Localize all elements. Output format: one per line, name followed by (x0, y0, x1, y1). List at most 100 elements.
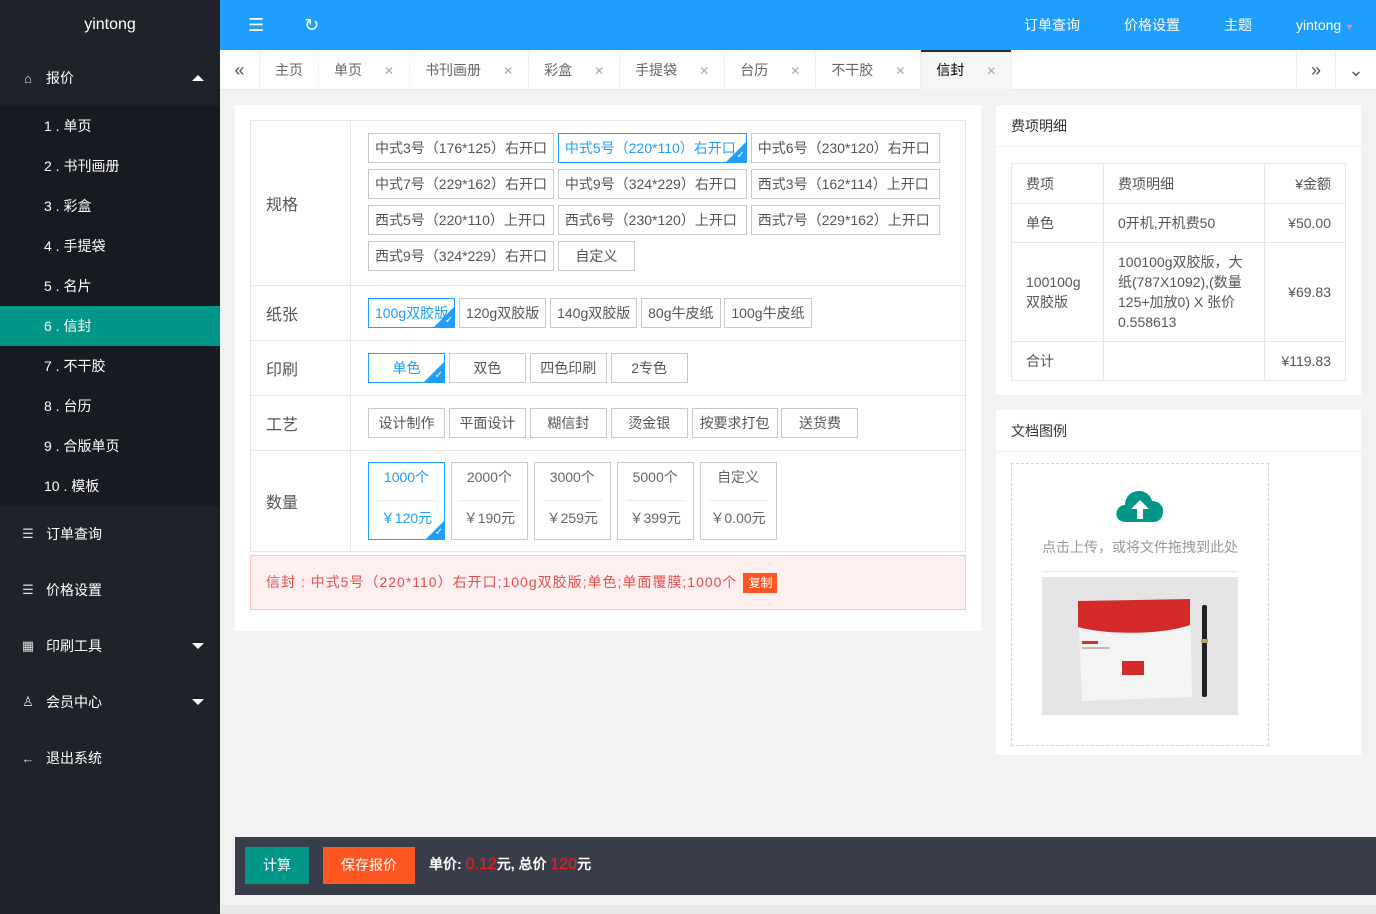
tab-label: 主页 (275, 62, 303, 78)
menu-toggle-icon[interactable]: ☰ (248, 15, 264, 35)
craft-option[interactable]: 糊信封 (529, 408, 607, 438)
tabs-scroll-right-icon[interactable]: » (1296, 50, 1336, 90)
print-option[interactable]: 双色 (448, 353, 526, 383)
tab-single[interactable]: 单页 ✕ (319, 50, 411, 90)
qty-amount: 自定义 (708, 463, 768, 501)
doc-example-card: 文档图例 点击上传，或将文件拖拽到此处 (996, 410, 1361, 755)
craft-option[interactable]: 烫金银 (610, 408, 688, 438)
nav-item-3[interactable]: 3 . 彩盒 (0, 186, 220, 226)
qty-option[interactable]: 2000个 ￥190元 (450, 462, 528, 540)
nav-logout[interactable]: ← 退出系统 (0, 730, 220, 786)
tab-home[interactable]: 主页 (260, 50, 319, 90)
quote-submenu: 1 . 单页 2 . 书刊画册 3 . 彩盒 4 . 手提袋 5 . 名片 6 … (0, 106, 220, 506)
tab-sticker[interactable]: 不干胶 ✕ (816, 50, 922, 90)
upload-dropzone[interactable]: 点击上传，或将文件拖拽到此处 (1011, 463, 1269, 746)
close-icon[interactable]: ✕ (986, 64, 996, 78)
fee-table: 费项 费项明细 ¥金额 单色 0开机,开机费50 ¥50.00 100100g双… (1011, 163, 1346, 381)
footer-bar (220, 905, 1376, 914)
top-link-price[interactable]: 价格设置 (1102, 15, 1202, 35)
caret-up-icon (192, 75, 204, 81)
craft-option[interactable]: 送货费 (781, 408, 859, 438)
tab-brochure[interactable]: 书刊画册 ✕ (410, 50, 530, 90)
tab-box[interactable]: 彩盒 ✕ (529, 50, 621, 90)
print-option-selected[interactable]: 单色 ✓ (368, 353, 445, 383)
nav-quote[interactable]: ⌂ 报价 (0, 50, 220, 106)
print-option[interactable]: 四色印刷 (529, 353, 607, 383)
tabs-scroll-left-icon[interactable]: « (220, 50, 260, 90)
nav-print-tools[interactable]: ▦ 印刷工具 (0, 618, 220, 674)
table-cell: ¥50.00 (1264, 203, 1346, 243)
craft-option[interactable]: 设计制作 (368, 408, 445, 438)
nav-orders[interactable]: ☰ 订单查询 (0, 506, 220, 562)
spec-option[interactable]: 西式5号（220*110）上开口 (368, 205, 554, 235)
tab-label: 单页 (334, 62, 362, 78)
close-icon[interactable]: ✕ (895, 64, 905, 78)
nav-item-9[interactable]: 9 . 合版单页 (0, 426, 220, 466)
paper-option-selected[interactable]: 100g双胶版 ✓ (368, 298, 456, 328)
paper-option[interactable]: 100g牛皮纸 (724, 298, 812, 328)
spec-option[interactable]: 西式9号（324*229）右开口 (368, 241, 554, 271)
user-menu[interactable]: yintong ▼ (1274, 17, 1376, 33)
spec-option[interactable]: 西式7号（229*162）上开口 (750, 205, 940, 235)
tab-calendar[interactable]: 台历 ✕ (725, 50, 817, 90)
close-icon[interactable]: ✕ (503, 64, 513, 78)
close-icon[interactable]: ✕ (384, 64, 394, 78)
spec-option[interactable]: 中式6号（230*120）右开口 (750, 133, 940, 163)
refresh-icon[interactable]: ↻ (304, 15, 319, 35)
paper-label: 纸张 (250, 285, 351, 341)
print-option[interactable]: 2专色 (610, 353, 688, 383)
unit-price-value: 0.12 (465, 856, 497, 873)
top-link-orders[interactable]: 订单查询 (1002, 15, 1102, 35)
paper-option[interactable]: 120g双胶版 (459, 298, 547, 328)
nav-price-label: 价格设置 (46, 582, 102, 598)
nav-item-1[interactable]: 1 . 单页 (0, 106, 220, 146)
spec-option[interactable]: 中式7号（229*162）右开口 (368, 169, 554, 199)
qty-option[interactable]: 3000个 ￥259元 (533, 462, 611, 540)
top-link-theme[interactable]: 主题 (1202, 15, 1274, 35)
save-quote-button[interactable]: 保存报价 (323, 847, 415, 884)
copy-button[interactable]: 复制 (743, 573, 778, 593)
paper-option-label: 100g双胶版 (375, 305, 449, 321)
check-icon: ✓ (434, 370, 443, 381)
tab-label: 彩盒 (544, 62, 573, 78)
qty-amount: 5000个 (625, 463, 685, 501)
craft-option[interactable]: 按要求打包 (691, 408, 778, 438)
close-icon[interactable]: ✕ (790, 64, 800, 78)
paper-option[interactable]: 140g双胶版 (550, 298, 638, 328)
close-icon[interactable]: ✕ (594, 64, 604, 78)
divider (1042, 571, 1238, 572)
nav-item-4[interactable]: 4 . 手提袋 (0, 226, 220, 266)
nav-member[interactable]: ♙ 会员中心 (0, 674, 220, 730)
paper-option[interactable]: 80g牛皮纸 (641, 298, 721, 328)
user-name: yintong (1296, 17, 1342, 33)
tab-label: 手提袋 (635, 62, 678, 78)
spec-option[interactable]: 西式3号（162*114）上开口 (750, 169, 940, 199)
tab-envelope[interactable]: 信封 ✕ (921, 50, 1013, 90)
tab-bag[interactable]: 手提袋 ✕ (620, 50, 726, 90)
spec-option[interactable]: 中式3号（176*125）右开口 (368, 133, 554, 163)
calculate-button[interactable]: 计算 (245, 847, 309, 884)
nav-price-setting[interactable]: ☰ 价格设置 (0, 562, 220, 618)
nav-item-7[interactable]: 7 . 不干胶 (0, 346, 220, 386)
spec-option[interactable]: 中式9号（324*229）右开口 (557, 169, 747, 199)
table-cell (1103, 341, 1265, 381)
qty-option-selected[interactable]: 1000个 ￥120元 ✓ (368, 462, 445, 540)
spec-option[interactable]: 西式6号（230*120）上开口 (557, 205, 747, 235)
nav-item-6[interactable]: 6 . 信封 (0, 306, 220, 346)
caret-down-icon (192, 699, 204, 705)
close-icon[interactable]: ✕ (699, 64, 709, 78)
nav-item-8[interactable]: 8 . 台历 (0, 386, 220, 426)
total-label: 元, 总价 (496, 856, 547, 872)
spec-option-custom[interactable]: 自定义 (557, 241, 635, 271)
nav-item-5[interactable]: 5 . 名片 (0, 266, 220, 306)
craft-option[interactable]: 平面设计 (448, 408, 526, 438)
table-cell: 100100g双胶版，大纸(787X1092),(数量125+加放0) X 张价… (1103, 242, 1265, 342)
qty-option[interactable]: 5000个 ￥399元 (616, 462, 694, 540)
qty-option-custom[interactable]: 自定义 ￥0.00元 (699, 462, 777, 540)
nav-item-2[interactable]: 2 . 书刊画册 (0, 146, 220, 186)
chevron-down-icon[interactable]: ⌄ (1336, 50, 1376, 90)
spec-option-selected[interactable]: 中式5号（220*110）右开口 ✓ (557, 133, 747, 163)
table-header-row: 费项 费项明细 ¥金额 (1011, 163, 1346, 204)
nav-item-10[interactable]: 10 . 模板 (0, 466, 220, 506)
table-cell: ¥119.83 (1264, 341, 1346, 381)
